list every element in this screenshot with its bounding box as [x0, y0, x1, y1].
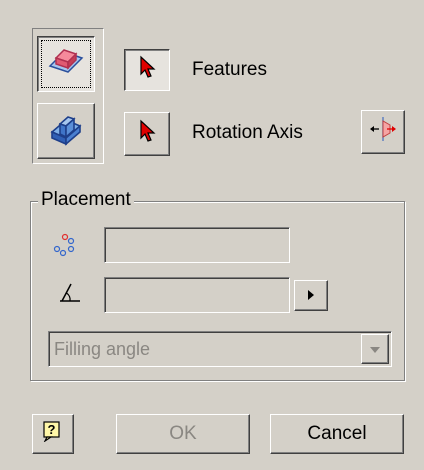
angle-icon [58, 280, 82, 310]
arrow-right-icon [306, 285, 316, 307]
pattern-count-icon [50, 232, 76, 264]
rotation-axis-select-button[interactable] [124, 112, 170, 156]
solid-mode-button[interactable] [37, 36, 95, 92]
ok-button[interactable]: OK [116, 414, 250, 454]
help-glyph: ? [48, 422, 56, 437]
placement-mode-value: Filling angle [54, 339, 151, 359]
surface-extrude-icon [46, 110, 86, 152]
rotation-axis-label: Rotation Axis [192, 122, 303, 143]
features-label: Features [192, 59, 267, 80]
help-icon: ? [42, 420, 64, 448]
mode-dropdown-button[interactable] [361, 334, 389, 364]
select-arrow-icon [137, 119, 157, 149]
angle-expand-button[interactable] [294, 280, 328, 311]
count-input[interactable] [104, 227, 290, 263]
help-button[interactable]: ? [32, 414, 74, 454]
select-arrow-icon [137, 55, 157, 85]
focus-rect [41, 40, 91, 88]
surface-mode-button[interactable] [37, 103, 95, 159]
flip-direction-icon [368, 115, 398, 149]
placement-group-label: Placement [38, 189, 134, 211]
features-select-button[interactable] [124, 49, 170, 91]
cancel-label: Cancel [307, 423, 367, 444]
chevron-down-icon [369, 338, 381, 360]
placement-mode-select[interactable]: Filling angle [48, 331, 392, 367]
angle-input[interactable] [104, 277, 290, 313]
cancel-button[interactable]: Cancel [270, 414, 404, 454]
flip-direction-button[interactable] [361, 110, 405, 154]
ok-label: OK [169, 423, 197, 444]
